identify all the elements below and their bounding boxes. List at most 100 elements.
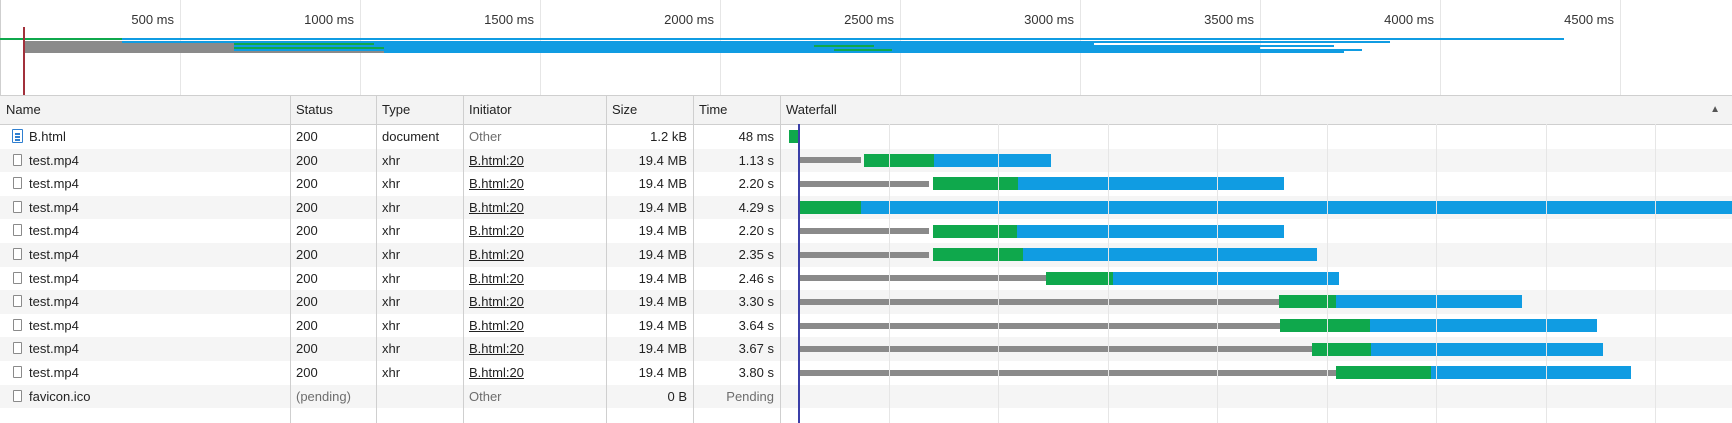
- request-name[interactable]: test.mp4: [0, 290, 290, 314]
- table-row[interactable]: test.mp4 200 xhr B.html:20 19.4 MB 3.64 s: [0, 314, 1732, 338]
- column-separator[interactable]: [376, 96, 377, 423]
- waterfall-queued-bar[interactable]: [800, 322, 1280, 329]
- request-name[interactable]: test.mp4: [0, 149, 290, 173]
- initiator-link[interactable]: B.html:20: [469, 223, 524, 238]
- column-header-initiator[interactable]: Initiator: [463, 96, 606, 124]
- initiator-link[interactable]: B.html:20: [469, 153, 524, 168]
- request-type: xhr: [382, 152, 401, 168]
- request-name[interactable]: test.mp4: [0, 361, 290, 385]
- initiator-link[interactable]: B.html:20: [469, 365, 524, 380]
- column-separator[interactable]: [780, 96, 781, 423]
- request-name[interactable]: test.mp4: [0, 267, 290, 291]
- sort-ascending-icon[interactable]: ▲: [1710, 96, 1720, 124]
- overview-request-bar: [0, 38, 18, 40]
- request-initiator[interactable]: B.html:20: [463, 290, 606, 314]
- waterfall-queued-bar[interactable]: [800, 180, 929, 187]
- waterfall-download-bar[interactable]: [1370, 319, 1597, 333]
- waterfall-download-bar[interactable]: [1336, 295, 1522, 309]
- column-separator[interactable]: [463, 96, 464, 423]
- table-row[interactable]: test.mp4 200 xhr B.html:20 19.4 MB 3.30 s: [0, 290, 1732, 314]
- waterfall-waiting-bar[interactable]: [933, 177, 1018, 191]
- waterfall-queued-bar[interactable]: [800, 275, 1046, 282]
- initiator-link[interactable]: B.html:20: [469, 176, 524, 191]
- initiator-link[interactable]: B.html:20: [469, 200, 524, 215]
- table-row[interactable]: favicon.ico (pending) Other 0 B Pending: [0, 384, 1732, 409]
- request-name[interactable]: test.mp4: [0, 196, 290, 220]
- initiator-link[interactable]: B.html:20: [469, 271, 524, 286]
- table-row[interactable]: B.html 200 document Other 1.2 kB 48 ms: [0, 125, 1732, 149]
- column-separator[interactable]: [693, 96, 694, 423]
- waterfall-download-bar[interactable]: [1113, 271, 1339, 285]
- initiator-link[interactable]: B.html:20: [469, 294, 524, 309]
- table-row[interactable]: test.mp4 200 xhr B.html:20 19.4 MB 3.67 s: [0, 337, 1732, 361]
- table-row[interactable]: test.mp4 200 xhr B.html:20 19.4 MB 2.20 s: [0, 219, 1732, 243]
- waterfall-waiting-bar[interactable]: [800, 201, 861, 215]
- request-name[interactable]: test.mp4: [0, 172, 290, 196]
- waterfall-download-bar[interactable]: [1017, 224, 1284, 238]
- column-separator[interactable]: [290, 96, 291, 423]
- waterfall-queued-bar[interactable]: [800, 228, 929, 235]
- request-size: 1.2 kB: [650, 129, 687, 144]
- waterfall-queued-bar[interactable]: [800, 369, 1336, 376]
- request-time: 3.80 s: [738, 365, 774, 380]
- waterfall-waiting-bar[interactable]: [789, 130, 798, 144]
- column-separator[interactable]: [606, 96, 607, 423]
- request-initiator[interactable]: B.html:20: [463, 243, 606, 267]
- table-row[interactable]: test.mp4 200 xhr B.html:20 19.4 MB 3.80 s: [0, 361, 1732, 385]
- request-initiator[interactable]: B.html:20: [463, 149, 606, 173]
- waterfall-queued-bar[interactable]: [800, 157, 861, 164]
- waterfall-waiting-bar[interactable]: [1312, 342, 1371, 356]
- table-row[interactable]: test.mp4 200 xhr B.html:20 19.4 MB 4.29 s: [0, 195, 1732, 220]
- initiator-link[interactable]: B.html:20: [469, 318, 524, 333]
- waterfall-queued-bar[interactable]: [800, 346, 1312, 353]
- column-header-waterfall[interactable]: Waterfall ▲: [780, 96, 1732, 124]
- column-header-status[interactable]: Status: [290, 96, 376, 124]
- column-header-size[interactable]: Size: [606, 96, 693, 124]
- request-initiator[interactable]: B.html:20: [463, 267, 606, 291]
- request-status: 200: [296, 129, 318, 144]
- column-header-time[interactable]: Time: [693, 96, 780, 124]
- table-row[interactable]: test.mp4 200 xhr B.html:20 19.4 MB 2.20 s: [0, 172, 1732, 196]
- waterfall-queued-bar[interactable]: [800, 298, 1279, 305]
- request-status: 200: [296, 317, 318, 333]
- request-size: 19.4 MB: [638, 176, 687, 192]
- waterfall-download-bar[interactable]: [861, 201, 1732, 215]
- request-name[interactable]: favicon.ico: [0, 385, 290, 409]
- waterfall-queued-bar[interactable]: [800, 251, 929, 258]
- request-name[interactable]: test.mp4: [0, 219, 290, 243]
- waterfall-download-bar[interactable]: [934, 153, 1051, 167]
- request-name[interactable]: test.mp4: [0, 314, 290, 338]
- table-row[interactable]: test.mp4 200 xhr B.html:20 19.4 MB 1.13 s: [0, 148, 1732, 173]
- initiator-link[interactable]: B.html:20: [469, 341, 524, 356]
- waterfall-gridline: [998, 124, 999, 423]
- request-initiator[interactable]: B.html:20: [463, 219, 606, 243]
- request-initiator[interactable]: B.html:20: [463, 337, 606, 361]
- column-header-type[interactable]: Type: [376, 96, 463, 124]
- waterfall-download-bar[interactable]: [1018, 177, 1284, 191]
- waterfall-waiting-bar[interactable]: [1280, 319, 1370, 333]
- waterfall-waiting-bar[interactable]: [864, 153, 934, 167]
- waterfall-download-bar[interactable]: [1371, 342, 1603, 356]
- request-name[interactable]: test.mp4: [0, 243, 290, 267]
- request-name[interactable]: B.html: [0, 125, 290, 149]
- overview-timeline[interactable]: 500 ms 1000 ms 1500 ms 2000 ms 2500 ms 3000 m…: [0, 0, 1732, 96]
- request-initiator[interactable]: B.html:20: [463, 361, 606, 385]
- request-size: 19.4 MB: [638, 247, 687, 262]
- waterfall-download-bar[interactable]: [1431, 366, 1631, 380]
- table-row[interactable]: test.mp4 200 xhr B.html:20 19.4 MB 2.35 s: [0, 243, 1732, 267]
- waterfall-label: Waterfall: [786, 102, 837, 117]
- initiator-link[interactable]: B.html:20: [469, 247, 524, 262]
- waterfall-waiting-bar[interactable]: [933, 224, 1017, 238]
- request-time: 2.35 s: [738, 247, 774, 262]
- column-header-name[interactable]: Name: [0, 96, 290, 124]
- request-initiator[interactable]: B.html:20: [463, 172, 606, 196]
- waterfall-download-bar[interactable]: [1023, 248, 1317, 262]
- waterfall-waiting-bar[interactable]: [1336, 366, 1431, 380]
- table-row[interactable]: test.mp4 200 xhr B.html:20 19.4 MB 2.46 s: [0, 267, 1732, 291]
- waterfall-waiting-bar[interactable]: [1046, 271, 1113, 285]
- overview-tick-label: 3000 ms: [1024, 12, 1074, 27]
- request-initiator[interactable]: B.html:20: [463, 196, 606, 220]
- request-initiator[interactable]: B.html:20: [463, 314, 606, 338]
- waterfall-waiting-bar[interactable]: [933, 248, 1023, 262]
- request-name[interactable]: test.mp4: [0, 337, 290, 361]
